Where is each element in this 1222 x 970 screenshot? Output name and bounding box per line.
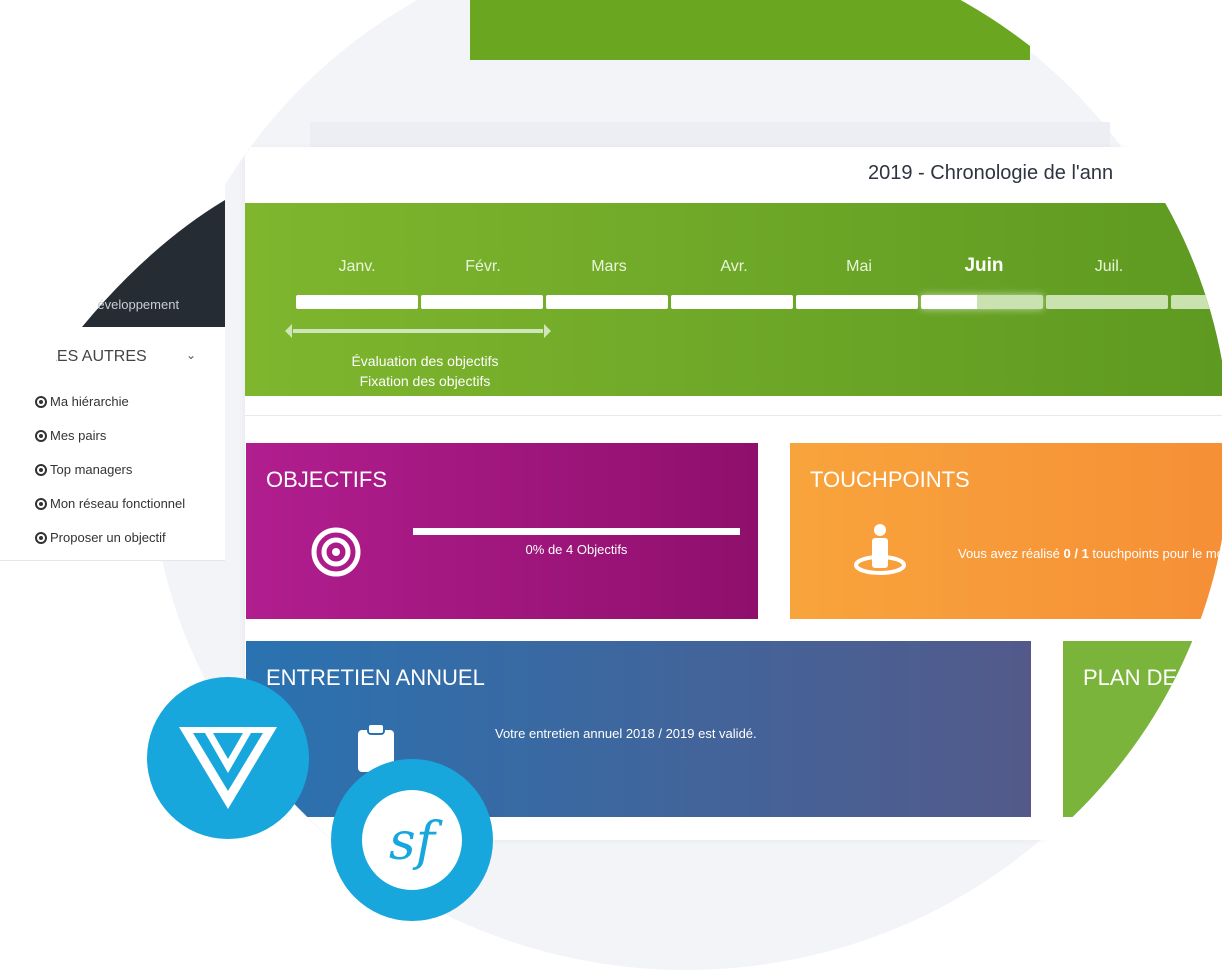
sidebar-item[interactable]: Top managers: [35, 462, 132, 477]
window-bar: [310, 122, 1110, 148]
touchpoints-card[interactable]: TOUCHPOINTS Vous avez réalisé 0 / 1 touc…: [790, 443, 1222, 619]
timeline-segment: [296, 295, 418, 309]
sidebar-item[interactable]: Proposer un objectif: [35, 530, 166, 545]
card-title: TOUCHPOINTS: [810, 467, 970, 492]
month-label-current[interactable]: Juin: [924, 255, 1044, 277]
progress-bar: [413, 528, 740, 535]
sidebar-item-label: Proposer un objectif: [50, 530, 166, 545]
vue-logo-icon: [179, 727, 277, 809]
text: touchpoints pour le mo: [1088, 546, 1222, 561]
sidebar-item-label: Mon réseau fonctionnel: [50, 496, 186, 511]
sidebar-item[interactable]: Mon réseau fonctionnel: [35, 496, 185, 511]
symfony-logo-badge: sf: [331, 759, 493, 921]
timeline-note: Évaluation des objectifs: [351, 353, 499, 369]
target-icon: [311, 527, 361, 577]
chevron-down-icon[interactable]: ⌄: [186, 348, 196, 362]
month-label[interactable]: Avr.: [674, 258, 794, 276]
period-arrow: [285, 324, 551, 338]
timeline-segment: [1171, 295, 1222, 309]
touchpoints-count: 0 / 1: [1063, 546, 1089, 561]
target-icon: [35, 497, 47, 510]
svg-text:sf: sf: [389, 812, 443, 872]
sidebar-item[interactable]: Mes pairs: [35, 428, 106, 443]
symfony-logo-icon: sf: [362, 790, 462, 890]
sidebar-item-label: Mes pairs: [50, 428, 107, 443]
card-title: PLAN DE: [1083, 665, 1178, 690]
sidebar-item-label: Ma hiérarchie: [50, 394, 129, 409]
timeline-segment: [796, 295, 918, 309]
sidebar-item-label: Top managers: [50, 462, 133, 477]
entretien-text: Votre entretien annuel 2018 / 2019 est v…: [495, 726, 757, 741]
card-title: OBJECTIFS: [266, 467, 388, 492]
divider: [0, 560, 225, 561]
person-location-icon: [854, 524, 906, 575]
timeline-segment: [546, 295, 668, 309]
sidebar-item[interactable]: Ma hiérarchie: [35, 394, 129, 409]
objectifs-card[interactable]: OBJECTIFS 0% de 4 Objectifs: [246, 443, 758, 619]
timeline-note: Fixation des objectifs: [359, 373, 491, 389]
timeline-segment-current: [921, 295, 1043, 309]
month-label[interactable]: Juil.: [1049, 258, 1169, 276]
touchpoints-text: Vous avez réalisé 0 / 1 touchpoints pour…: [958, 546, 1222, 561]
timeline-segment: [1046, 295, 1168, 309]
sidebar-item-developpement[interactable]: Développement: [98, 297, 179, 312]
timeline-segment: [421, 295, 543, 309]
month-label[interactable]: Mai: [799, 258, 919, 276]
sidebar-section-title[interactable]: LES AUTRES: [48, 348, 147, 366]
timeline-segment: [671, 295, 793, 309]
vue-logo-badge: [147, 677, 309, 839]
target-icon: [35, 531, 47, 544]
target-icon: [35, 429, 47, 442]
target-icon: [35, 395, 47, 408]
month-label[interactable]: Mars: [549, 258, 669, 276]
target-icon: [35, 463, 47, 476]
text: Vous avez réalisé: [958, 546, 1064, 561]
month-label[interactable]: Janv.: [297, 258, 417, 276]
plan-card[interactable]: PLAN DE: [1063, 641, 1222, 817]
timeline: Janv. Févr. Mars Avr. Mai Juin Juil. Éva…: [245, 203, 1222, 396]
progress-text: 0% de 4 Objectifs: [525, 542, 628, 557]
page-title: 2019 - Chronologie de l'ann: [868, 162, 1114, 184]
section-label: LES AUTRES: [48, 348, 147, 365]
month-label[interactable]: Févr.: [423, 258, 543, 276]
